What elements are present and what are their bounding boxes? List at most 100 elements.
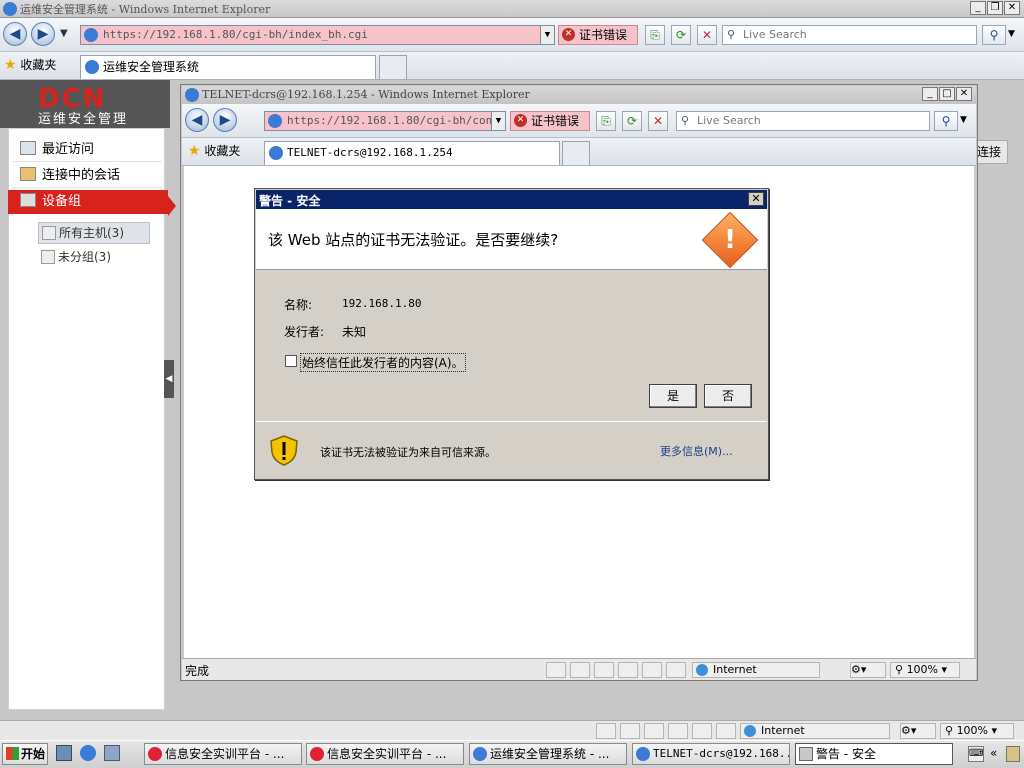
inner-zoom-control[interactable]: ⚲ 100% ▾ bbox=[890, 662, 960, 678]
chrome-icon bbox=[148, 747, 162, 761]
outer-protected-mode-icon[interactable]: ⚙▾ bbox=[900, 723, 936, 739]
more-info-link[interactable]: 更多信息(M)... bbox=[660, 443, 733, 459]
inner-zone-indicator[interactable]: Internet bbox=[692, 662, 820, 678]
new-tab-button[interactable] bbox=[379, 55, 407, 79]
taskbar-item[interactable]: TELNET-dcrs@192.168... bbox=[632, 743, 790, 765]
outer-address-bar[interactable]: https://192.168.1.80/cgi-bh/index_bh.cgi… bbox=[80, 25, 555, 45]
trust-issuer-label[interactable]: 始终信任此发行者的内容(A)。 bbox=[300, 353, 466, 372]
dialog-close-button[interactable]: ✕ bbox=[748, 192, 764, 206]
connect-button[interactable]: 连接 bbox=[976, 140, 1008, 164]
quicklaunch-app-icon[interactable] bbox=[104, 745, 120, 761]
inner-search-options-icon[interactable]: ▼ bbox=[960, 115, 967, 125]
trust-issuer-checkbox[interactable] bbox=[285, 355, 297, 367]
status-segment bbox=[644, 723, 664, 739]
inner-address-text: https://192.168.1.80/cgi-bh/contr bbox=[287, 114, 506, 127]
inner-navigation-bar: ◀ ▶ https://192.168.1.80/cgi-bh/contr ▼ … bbox=[182, 104, 976, 138]
back-icon[interactable]: ◀ bbox=[3, 22, 27, 46]
inner-favorites-bar: ★ 收藏夹 TELNET-dcrs@192.168.1.254 bbox=[182, 138, 976, 166]
inner-cert-error-button[interactable]: ✕ 证书错误 bbox=[510, 111, 590, 131]
ie-icon bbox=[473, 747, 487, 761]
status-segment bbox=[546, 662, 566, 678]
inner-favorites-button[interactable]: ★ 收藏夹 bbox=[188, 142, 240, 159]
outer-cert-error-label: 证书错误 bbox=[579, 28, 628, 42]
inner-minimize-button[interactable]: _ bbox=[922, 87, 938, 101]
history-dropdown-icon[interactable]: ▼ bbox=[60, 28, 68, 39]
outer-window-title: 运维安全管理系统 - Windows Internet Explorer bbox=[20, 3, 271, 16]
address-dropdown-icon[interactable]: ▼ bbox=[540, 26, 554, 44]
star-icon: ★ bbox=[4, 57, 17, 73]
chrome-icon bbox=[310, 747, 324, 761]
outer-window-titlebar: 运维安全管理系统 - Windows Internet Explorer _ ❐… bbox=[0, 0, 1024, 18]
yes-button[interactable]: 是 bbox=[649, 384, 697, 408]
tree-item-ungrouped[interactable]: 未分组(3) bbox=[38, 247, 150, 267]
search-icon: ⚲ bbox=[681, 114, 690, 127]
keyboard-icon[interactable]: ⌨ bbox=[968, 746, 984, 762]
outer-favorites-button[interactable]: ★ 收藏夹 bbox=[4, 56, 56, 73]
sidebar-item-device-group[interactable]: 设备组 bbox=[8, 190, 168, 214]
cert-error-icon: ✕ bbox=[514, 114, 527, 127]
outer-tab[interactable]: 运维安全管理系统 bbox=[80, 55, 376, 79]
inner-search-placeholder: Live Search bbox=[697, 114, 761, 127]
app-header: DCN 运维安全管理 bbox=[0, 80, 170, 128]
taskbar-item[interactable]: 运维安全管理系统 - ... bbox=[469, 743, 627, 765]
outer-zone-indicator[interactable]: Internet bbox=[740, 723, 890, 739]
page-icon bbox=[84, 28, 98, 42]
stop-icon[interactable]: ✕ bbox=[697, 25, 717, 45]
status-segment bbox=[666, 662, 686, 678]
inner-search-input[interactable]: ⚲ Live Search bbox=[676, 111, 930, 131]
forward-icon[interactable]: ▶ bbox=[31, 22, 55, 46]
ie-icon bbox=[185, 88, 199, 102]
taskbar-item-active[interactable]: 警告 - 安全 bbox=[795, 743, 953, 765]
outer-favorites-label: 收藏夹 bbox=[20, 58, 57, 72]
minimize-button[interactable]: _ bbox=[970, 1, 986, 15]
sidebar-item-recent[interactable]: 最近访问 bbox=[12, 138, 162, 162]
issuer-value: 未知 bbox=[342, 325, 367, 339]
globe-icon bbox=[696, 664, 708, 676]
inner-address-bar[interactable]: https://192.168.1.80/cgi-bh/contr ▼ bbox=[264, 111, 506, 131]
inner-back-icon[interactable]: ◀ bbox=[185, 108, 209, 132]
show-desktop-icon[interactable] bbox=[56, 745, 72, 761]
tray-expand-icon[interactable]: « bbox=[990, 746, 997, 760]
close-button[interactable]: ✕ bbox=[1004, 1, 1020, 15]
search-options-icon[interactable]: ▼ bbox=[1008, 29, 1015, 39]
restore-button[interactable]: ❐ bbox=[987, 1, 1003, 15]
status-segment bbox=[692, 723, 712, 739]
outer-cert-error-button[interactable]: ✕ 证书错误 bbox=[558, 25, 638, 45]
sidebar-collapse-handle[interactable]: ◀ bbox=[164, 360, 174, 398]
inner-refresh-icon[interactable]: ⟳ bbox=[622, 111, 642, 131]
outer-search-input[interactable]: ⚲ Live Search bbox=[722, 25, 977, 45]
search-go-icon[interactable]: ⚲ bbox=[982, 25, 1006, 45]
inner-search-go-icon[interactable]: ⚲ bbox=[934, 111, 958, 131]
status-segment bbox=[620, 723, 640, 739]
active-arrow bbox=[168, 196, 176, 216]
inner-maximize-button[interactable]: □ bbox=[939, 87, 955, 101]
refresh-icon[interactable]: ⟳ bbox=[671, 25, 691, 45]
address-dropdown-icon[interactable]: ▼ bbox=[491, 112, 505, 130]
sidebar-item-sessions[interactable]: 连接中的会话 bbox=[12, 164, 162, 188]
quicklaunch-ie-icon[interactable] bbox=[80, 745, 96, 761]
inner-new-tab-button[interactable] bbox=[562, 141, 590, 165]
no-button[interactable]: 否 bbox=[704, 384, 752, 408]
issuer-label: 发行者: bbox=[284, 325, 325, 339]
inner-compatibility-icon[interactable]: ⎘ bbox=[596, 111, 616, 131]
zoom-icon: ⚲ bbox=[945, 724, 954, 737]
start-button[interactable]: 开始 bbox=[2, 743, 48, 765]
inner-status-text: 完成 bbox=[185, 664, 210, 678]
status-segment bbox=[596, 723, 616, 739]
inner-forward-icon[interactable]: ▶ bbox=[213, 108, 237, 132]
shield-warning-icon bbox=[270, 435, 298, 466]
ie-icon bbox=[3, 2, 17, 16]
taskbar-item[interactable]: 信息安全实训平台 - ... bbox=[144, 743, 302, 765]
inner-status-bar: 完成 Internet ⚙▾ ⚲ 100% ▾ bbox=[182, 658, 976, 680]
inner-protected-mode-icon[interactable]: ⚙▾ bbox=[850, 662, 886, 678]
inner-close-button[interactable]: ✕ bbox=[956, 87, 972, 101]
taskbar-item[interactable]: 信息安全实训平台 - ... bbox=[306, 743, 464, 765]
outer-zoom-control[interactable]: ⚲ 100% ▾ bbox=[940, 723, 1014, 739]
inner-tab[interactable]: TELNET-dcrs@192.168.1.254 bbox=[264, 141, 560, 165]
inner-tab-title: TELNET-dcrs@192.168.1.254 bbox=[287, 146, 453, 159]
tray-app-icon[interactable] bbox=[1006, 746, 1020, 762]
compatibility-icon[interactable]: ⎘ bbox=[645, 25, 665, 45]
tree-item-all-hosts[interactable]: 所有主机(3) bbox=[38, 222, 150, 244]
inner-stop-icon[interactable]: ✕ bbox=[648, 111, 668, 131]
host-icon bbox=[41, 250, 55, 264]
